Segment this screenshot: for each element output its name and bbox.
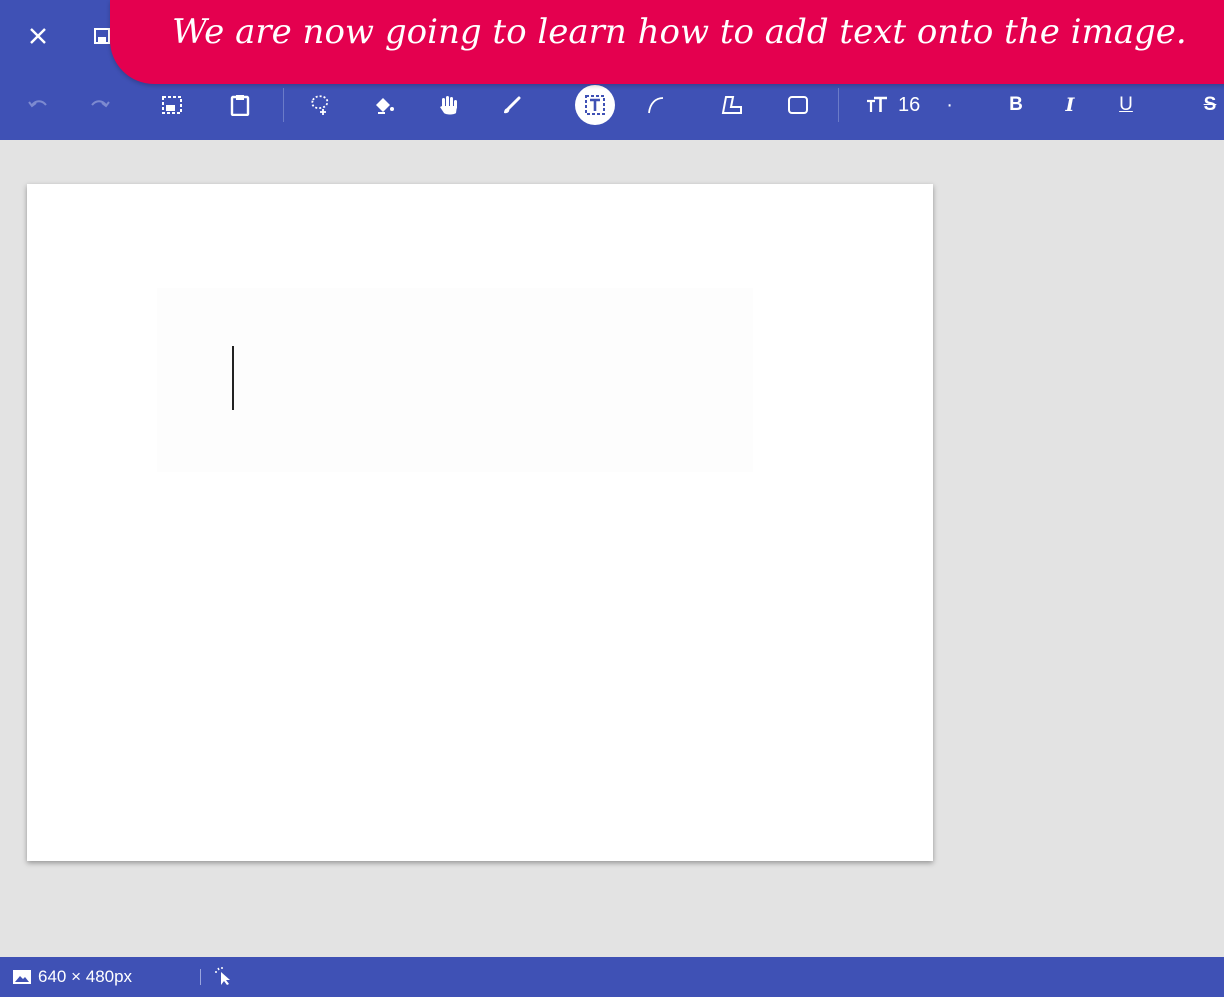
image-icon — [13, 970, 31, 984]
font-size-icon — [867, 96, 887, 112]
fill-bucket-icon — [376, 98, 394, 114]
undo-button[interactable] — [20, 82, 56, 128]
polygon-button[interactable] — [714, 82, 750, 128]
lasso-select-button[interactable] — [302, 82, 338, 128]
underline-button[interactable]: U — [1112, 82, 1140, 128]
status-bar: 640 × 480px — [0, 957, 1224, 997]
polygon-icon — [721, 96, 742, 114]
curve-button[interactable] — [638, 82, 674, 128]
paste-icon — [230, 95, 250, 116]
toolbar-separator — [283, 88, 284, 122]
text-input-box[interactable] — [157, 288, 753, 472]
toolbar-separator — [838, 88, 839, 122]
image-canvas[interactable] — [27, 184, 933, 861]
text-cursor — [232, 346, 234, 410]
font-size-stepper[interactable]: · — [946, 94, 953, 117]
font-size-control[interactable]: 16 · — [866, 82, 953, 128]
app-toolbar: 16 · B I U S We are now going to learn h… — [0, 0, 1224, 140]
status-separator — [200, 969, 201, 985]
rectangle-button[interactable] — [780, 82, 816, 128]
font-size-value[interactable]: 16 — [898, 94, 920, 117]
instruction-banner: We are now going to learn how to add tex… — [110, 0, 1224, 84]
brush-icon — [504, 96, 521, 114]
hand-pan-button[interactable] — [430, 82, 466, 128]
strikethrough-button[interactable]: S — [1196, 82, 1224, 128]
rectangle-icon — [788, 96, 808, 114]
text-tool-button[interactable] — [572, 82, 618, 128]
fill-bucket-button[interactable] — [366, 82, 402, 128]
undo-icon — [28, 100, 47, 108]
lasso-select-icon — [311, 95, 329, 115]
close-icon — [30, 28, 46, 44]
brush-button[interactable] — [494, 82, 530, 128]
redo-icon — [91, 100, 110, 108]
cursor-icon — [215, 967, 230, 985]
redo-button[interactable] — [82, 82, 118, 128]
curve-icon — [648, 97, 664, 114]
hand-pan-icon — [440, 96, 457, 115]
active-tool-indicator — [575, 85, 615, 125]
bold-button[interactable]: B — [1002, 82, 1030, 128]
close-button[interactable] — [22, 20, 54, 52]
banner-text: We are now going to learn how to add tex… — [172, 12, 1187, 52]
italic-button[interactable]: I — [1056, 82, 1084, 128]
canvas-size-label: 640 × 480px — [38, 967, 133, 986]
paste-button[interactable] — [222, 82, 258, 128]
save-image-button[interactable] — [154, 82, 190, 128]
save-image-icon — [162, 96, 182, 114]
save-icon — [94, 28, 110, 44]
text-tool-icon — [585, 95, 605, 115]
workspace — [0, 140, 1224, 957]
tool-row: 16 · B I U S — [0, 82, 1224, 128]
